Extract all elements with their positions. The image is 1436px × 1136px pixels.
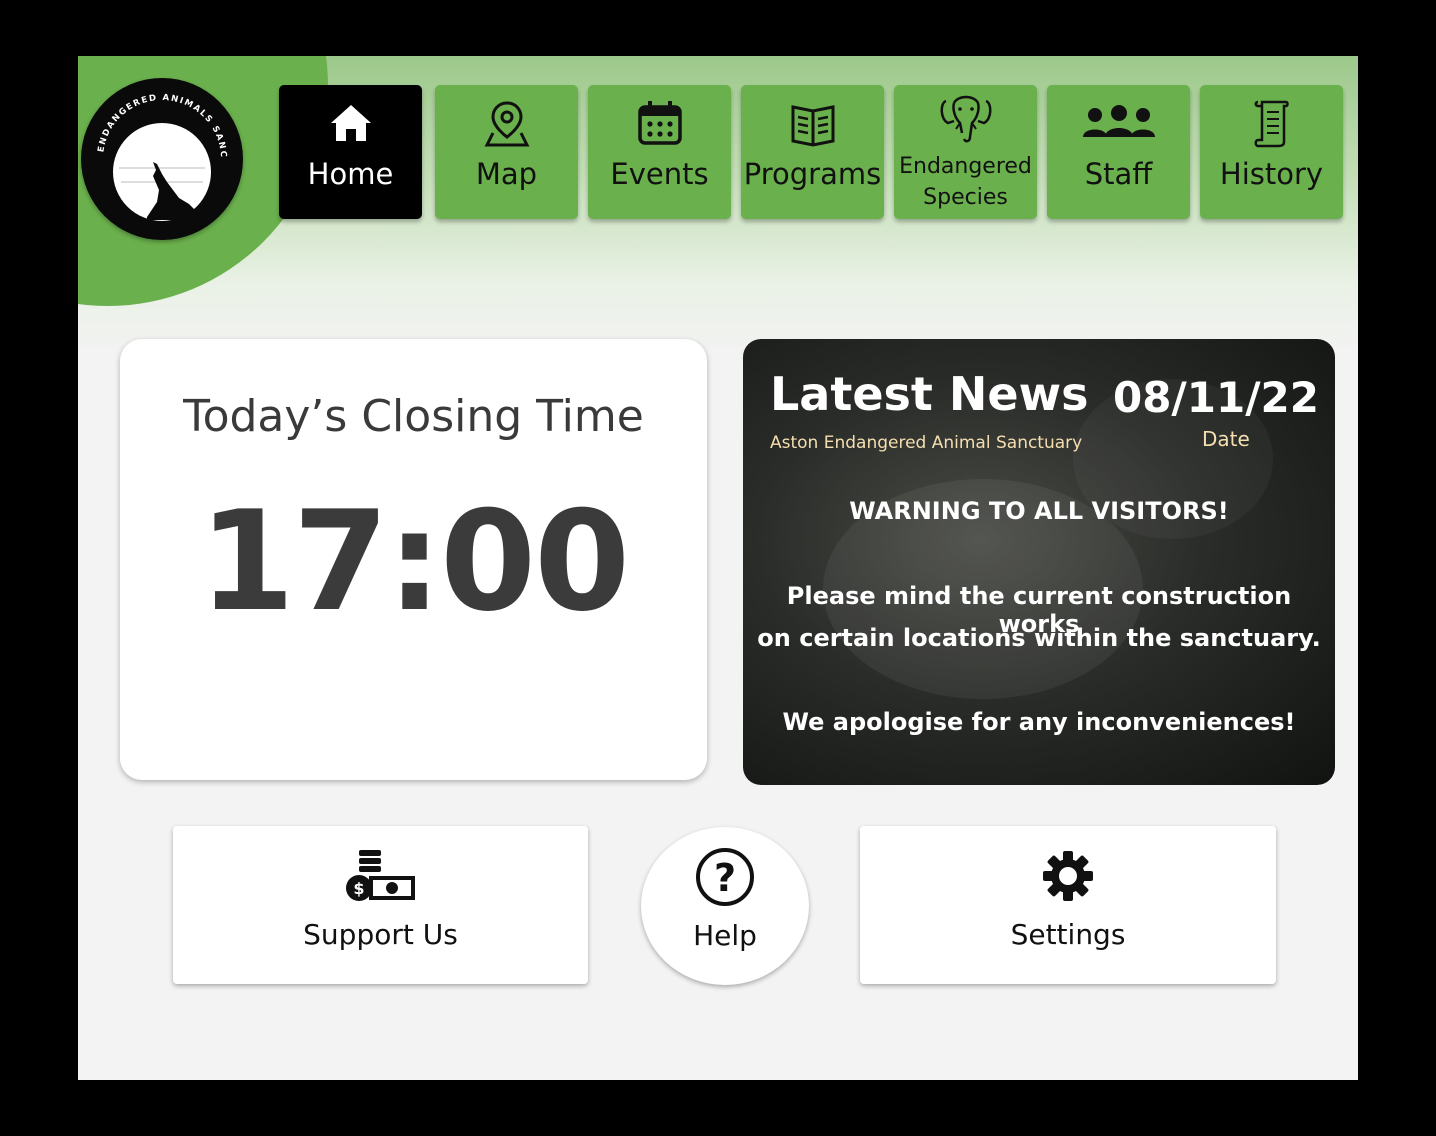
news-subtitle: Aston Endangered Animal Sanctuary — [770, 433, 1083, 453]
nav-staff-button[interactable]: Staff — [1047, 85, 1190, 219]
nav-endangered-label-line2: Species — [923, 185, 1008, 210]
people-icon — [1082, 105, 1155, 137]
map-pin-icon — [484, 101, 529, 147]
nav-staff-label: Staff — [1084, 157, 1153, 191]
calendar-icon — [637, 101, 682, 145]
help-button[interactable]: ? Help — [641, 827, 809, 985]
nav-home-button[interactable]: Home — [279, 85, 422, 219]
home-icon — [330, 105, 371, 141]
money-donation-icon: $ — [345, 850, 415, 901]
nav-endangered-label-line1: Endangered — [899, 154, 1032, 179]
nav-events-button[interactable]: Events — [588, 85, 731, 219]
nav-endangered-species-button[interactable]: Endangered Species — [894, 85, 1037, 219]
support-us-label: Support Us — [303, 918, 458, 951]
kiosk-screen: ASTON ENDANGERED ANIMALS SANCTUARY Home — [78, 56, 1358, 1080]
news-date: 08/11/22 — [1112, 373, 1319, 422]
closing-time-card: Today’s Closing Time 17:00 — [120, 339, 707, 780]
news-warning: WARNING TO ALL VISITORS! — [849, 497, 1229, 525]
gear-icon — [1043, 851, 1093, 901]
nav-map-button[interactable]: Map — [435, 85, 578, 219]
support-us-button[interactable]: $ Support Us — [173, 826, 588, 984]
news-date-label: Date — [1202, 427, 1250, 451]
nav-endangered-species-label: Endangered Species — [894, 151, 1037, 213]
help-question-icon: ? — [696, 848, 754, 906]
news-title: Latest News — [770, 367, 1089, 421]
news-apology: We apologise for any inconveniences! — [782, 708, 1296, 736]
nav-history-button[interactable]: History — [1200, 85, 1343, 219]
nav-events-label: Events — [610, 157, 709, 191]
news-message-line2: on certain locations within the sanctuar… — [757, 624, 1321, 652]
closing-time-title: Today’s Closing Time — [183, 391, 644, 442]
settings-button[interactable]: Settings — [860, 826, 1276, 984]
scroll-icon — [1254, 100, 1289, 148]
latest-news-card[interactable]: Latest News Aston Endangered Animal Sanc… — [743, 339, 1335, 785]
sanctuary-logo[interactable]: ASTON ENDANGERED ANIMALS SANCTUARY — [81, 78, 243, 240]
svg-text:?: ? — [714, 856, 736, 900]
nav-home-label: Home — [307, 157, 394, 191]
nav-map-label: Map — [475, 157, 538, 191]
nav-history-label: History — [1219, 157, 1324, 191]
settings-label: Settings — [1010, 918, 1126, 951]
closing-time-value: 17:00 — [198, 481, 630, 642]
book-icon — [791, 105, 834, 147]
help-label: Help — [693, 919, 757, 952]
svg-text:$: $ — [353, 879, 364, 898]
elephant-icon — [940, 95, 991, 143]
nav-programs-button[interactable]: Programs — [741, 85, 884, 219]
nav-programs-label: Programs — [743, 157, 882, 191]
